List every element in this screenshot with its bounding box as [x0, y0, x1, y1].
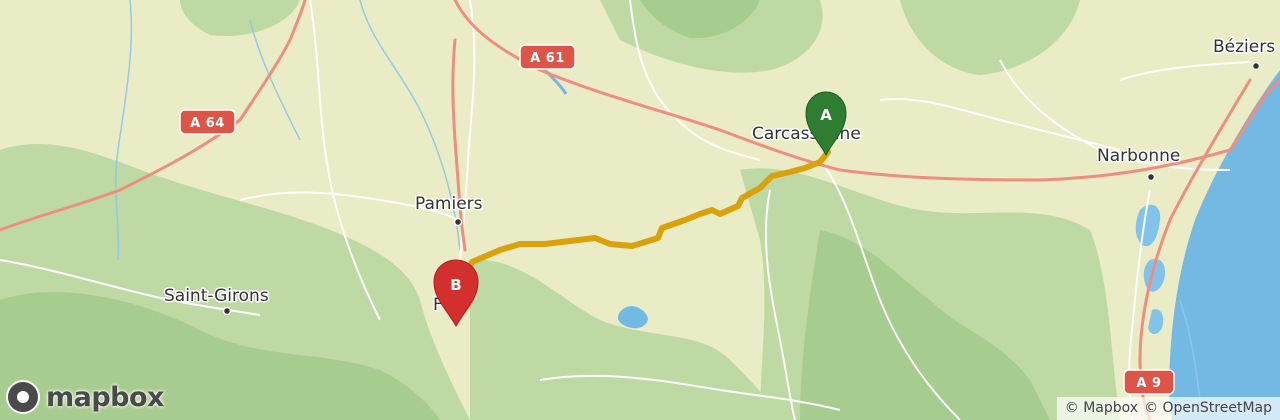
- city-label-narbonne: Narbonne: [1097, 146, 1180, 166]
- route-start-marker-label: A: [820, 106, 832, 124]
- road-shield-a64: A 64: [179, 109, 236, 135]
- attribution-osm-link[interactable]: © OpenStreetMap: [1144, 400, 1272, 416]
- route-end-marker-label: B: [450, 276, 461, 294]
- road-shield-a9: A 9: [1123, 369, 1175, 395]
- town-dot-pamiers: [453, 217, 463, 227]
- svg-text:A 64: A 64: [190, 116, 225, 131]
- svg-text:A 61: A 61: [530, 51, 565, 66]
- city-label-pamiers: Pamiers: [415, 194, 483, 214]
- attribution-bar: © Mapbox © OpenStreetMap: [1056, 397, 1280, 420]
- mapbox-logo[interactable]: mapbox: [6, 380, 164, 414]
- map-canvas[interactable]: Carcassonne Béziers Narbonne Pamiers Sai…: [0, 0, 1280, 420]
- mapbox-logo-icon: [6, 380, 40, 414]
- town-dot-narbonne: [1146, 172, 1156, 182]
- attribution-mapbox-link[interactable]: © Mapbox: [1065, 400, 1138, 416]
- mapbox-logo-text: mapbox: [46, 381, 164, 413]
- svg-text:A 9: A 9: [1136, 376, 1161, 391]
- city-label-carcassonne: Carcassonne: [752, 124, 861, 144]
- road-shield-a61: A 61: [519, 44, 576, 70]
- town-dot-beziers: [1251, 61, 1261, 71]
- city-label-saint-girons: Saint-Girons: [164, 286, 269, 306]
- town-dot-saint-girons: [222, 306, 232, 316]
- city-label-beziers: Béziers: [1213, 37, 1275, 57]
